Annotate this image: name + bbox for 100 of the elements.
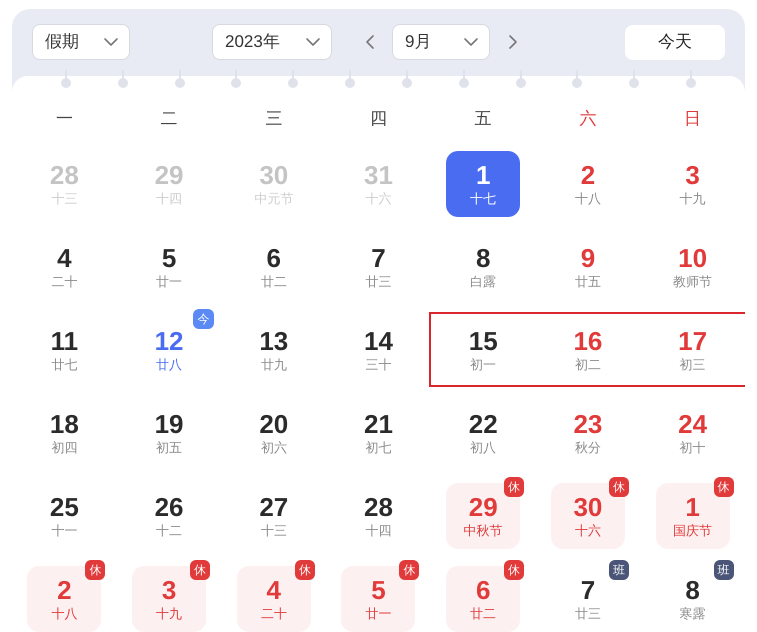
lunar-date: 国庆节 [673, 522, 712, 540]
weekday-label: 五 [474, 108, 493, 130]
day-number: 16 [573, 326, 602, 356]
day-number: 26 [154, 492, 184, 522]
lunar-date: 中秋节 [464, 522, 503, 540]
day-number: 6 [266, 242, 282, 272]
day-cell[interactable]: 10 教师节 [673, 242, 712, 290]
dropdown-select[interactable]: 9月 [392, 24, 490, 60]
today-button[interactable]: 今天 [625, 24, 725, 60]
day-number: 25 [50, 492, 79, 522]
dropdown-select[interactable]: 假期 [32, 24, 130, 60]
day-number: 28 [50, 160, 79, 190]
lunar-date: 初十 [680, 438, 706, 456]
day-badge: 休 [714, 476, 734, 496]
day-number: 24 [678, 408, 708, 438]
day-number: 29 [154, 160, 184, 190]
day-cell[interactable]: 27 十三 [259, 492, 288, 540]
day-cell[interactable]: 12 廿八 [154, 326, 184, 374]
day-cell[interactable]: 1 十七 [446, 150, 520, 216]
day-number: 30 [259, 160, 288, 190]
day-cell[interactable]: 2 十八 [574, 160, 601, 208]
day-number: 11 [50, 326, 78, 356]
day-badge: 休 [399, 560, 420, 580]
day-cell[interactable]: 3 十九 [680, 160, 706, 208]
day-cell[interactable]: 25 十一 [50, 492, 79, 540]
lunar-date: 廿三 [574, 604, 601, 622]
lunar-date: 寒露 [680, 604, 706, 622]
binder-ring-icon [458, 70, 470, 90]
day-number: 4 [266, 574, 282, 604]
day-badge: 休 [294, 560, 315, 580]
day-number: 10 [678, 242, 708, 272]
binder-ring-icon [60, 70, 72, 90]
lunar-date: 廿一 [156, 272, 182, 290]
weekday-label: 一 [54, 108, 74, 130]
binder-ring-icon [514, 70, 526, 90]
day-badge: 休 [504, 560, 524, 580]
day-cell[interactable]: 21 初七 [364, 408, 393, 456]
lunar-date: 初八 [470, 438, 496, 456]
binder-ring-icon [230, 70, 242, 90]
day-number: 8 [685, 574, 700, 604]
lunar-date: 十九 [156, 604, 182, 622]
day-badge: 班 [714, 560, 734, 580]
day-number: 17 [678, 326, 708, 356]
lunar-date: 初一 [470, 356, 496, 374]
lunar-date: 廿二 [260, 272, 287, 290]
lunar-date: 秋分 [574, 438, 601, 456]
weekday-label: 三 [264, 108, 284, 130]
day-cell[interactable]: 19 初五 [154, 408, 184, 456]
day-cell[interactable]: 6 廿二 [260, 242, 287, 290]
day-badge: 班 [608, 560, 629, 580]
day-cell[interactable]: 24 初十 [678, 408, 708, 456]
day-number: 7 [371, 242, 386, 272]
lunar-date: 十四 [365, 522, 392, 540]
day-number: 2 [580, 160, 596, 190]
binder-ring-icon [628, 70, 640, 90]
dropdown-select[interactable]: 2023年 [212, 24, 332, 60]
binder-ring-icon [571, 70, 584, 90]
lunar-date: 初六 [260, 438, 287, 456]
lunar-date: 十六 [574, 522, 601, 540]
day-cell[interactable]: 7 廿三 [574, 574, 601, 622]
lunar-date: 十八 [574, 190, 601, 208]
lunar-date: 廿八 [156, 356, 182, 374]
day-cell[interactable]: 5 廿一 [156, 242, 182, 290]
day-number: 4 [57, 242, 72, 272]
day-cell[interactable]: 11 廿七 [50, 326, 78, 374]
day-cell[interactable]: 14 三十 [364, 326, 393, 374]
day-cell[interactable]: 16 初二 [573, 326, 602, 374]
day-badge: 休 [190, 560, 210, 580]
day-number: 30 [573, 492, 602, 522]
day-number: 3 [162, 574, 176, 604]
lunar-date: 廿九 [260, 356, 287, 374]
day-cell[interactable]: 17 初三 [678, 326, 708, 374]
day-number: 7 [580, 574, 596, 604]
day-number: 8 [476, 242, 490, 272]
day-number: 6 [476, 574, 490, 604]
lunar-date: 初四 [51, 438, 78, 456]
day-number: 20 [259, 408, 288, 438]
day-cell[interactable]: 18 初四 [50, 408, 79, 456]
day-cell[interactable]: 23 秋分 [573, 408, 602, 456]
day-cell[interactable]: 20 初六 [259, 408, 288, 456]
day-cell[interactable]: 8 白露 [470, 242, 496, 290]
day-cell[interactable]: 8 寒露 [680, 574, 706, 622]
day-cell[interactable]: 28 十四 [364, 492, 393, 540]
day-cell[interactable]: 26 十二 [154, 492, 184, 540]
day-cell[interactable]: 4 二十 [51, 242, 78, 290]
binder-ring-icon [344, 70, 356, 90]
day-cell[interactable]: 9 廿五 [574, 242, 601, 290]
binder-ring-icon [174, 70, 186, 90]
lunar-date: 十三 [260, 522, 287, 540]
day-cell[interactable]: 13 廿九 [259, 326, 288, 374]
day-number: 29 [468, 492, 498, 522]
day-number: 9 [580, 242, 596, 272]
lunar-date: 十九 [680, 190, 706, 208]
day-cell[interactable]: 7 廿三 [365, 242, 392, 290]
day-number: 21 [364, 408, 393, 438]
day-number: 22 [468, 408, 498, 438]
day-cell[interactable]: 15 初一 [468, 326, 498, 374]
lunar-date: 初七 [365, 438, 392, 456]
weekday-label: 四 [368, 108, 388, 130]
day-cell[interactable]: 22 初八 [468, 408, 498, 456]
